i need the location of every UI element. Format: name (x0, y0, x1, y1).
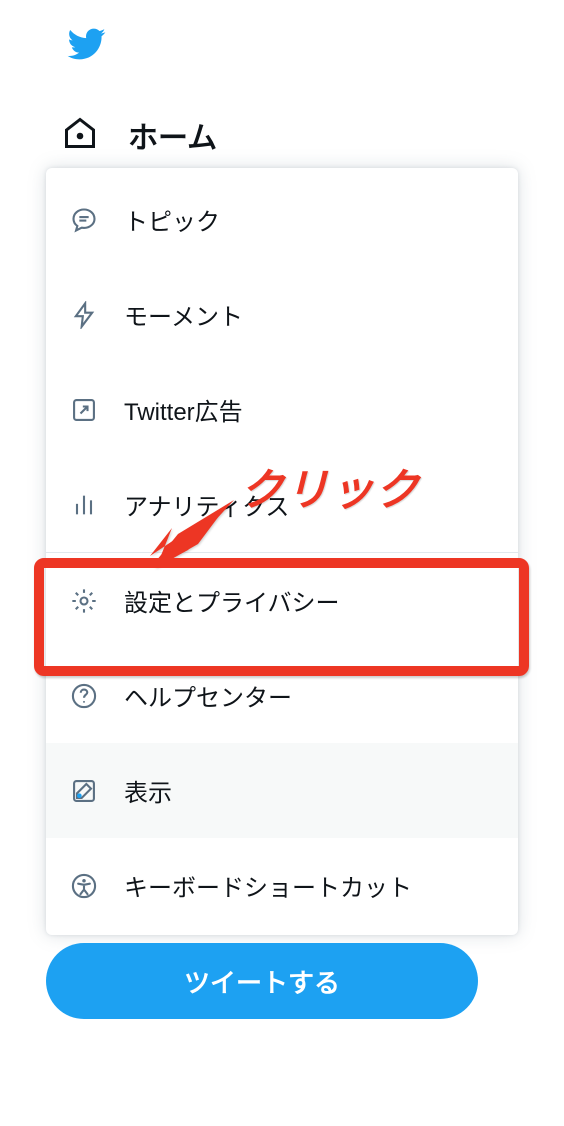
tweet-button[interactable]: ツイートする (46, 943, 478, 1019)
topics-icon (70, 206, 98, 234)
menu-item-label: 設定とプライバシー (124, 583, 340, 618)
menu-item-label: キーボードショートカット (124, 868, 412, 903)
menu-item-help-center[interactable]: ヘルプセンター (46, 648, 518, 743)
help-icon (70, 682, 98, 710)
menu-item-keyboard-shortcuts[interactable]: キーボードショートカット (46, 838, 518, 933)
ads-icon (70, 396, 98, 424)
moments-icon (70, 301, 98, 329)
accessibility-icon (70, 872, 98, 900)
nav-home[interactable]: ホーム (46, 109, 524, 169)
menu-item-topics[interactable]: トピック (46, 172, 518, 267)
menu-item-label: ヘルプセンター (124, 678, 292, 713)
menu-item-moments[interactable]: モーメント (46, 267, 518, 362)
twitter-logo[interactable] (62, 24, 524, 69)
menu-item-label: Twitter広告 (124, 392, 243, 427)
menu-item-label: モーメント (124, 297, 243, 332)
twitter-bird-icon (62, 24, 110, 64)
menu-item-label: アナリティクス (124, 487, 289, 522)
menu-item-twitter-ads[interactable]: Twitter広告 (46, 362, 518, 457)
nav-home-label: ホーム (128, 113, 217, 157)
menu-item-label: トピック (124, 202, 220, 237)
menu-item-label: 表示 (124, 773, 172, 808)
menu-item-analytics[interactable]: アナリティクス (46, 457, 518, 552)
display-icon (70, 777, 98, 805)
analytics-icon (70, 491, 98, 519)
more-menu-panel: トピック モーメント Twitter広告 アナリティクス (46, 168, 518, 935)
home-icon (62, 115, 98, 156)
menu-item-settings-privacy[interactable]: 設定とプライバシー (46, 553, 518, 648)
gear-icon (70, 587, 98, 615)
menu-item-display[interactable]: 表示 (46, 743, 518, 838)
